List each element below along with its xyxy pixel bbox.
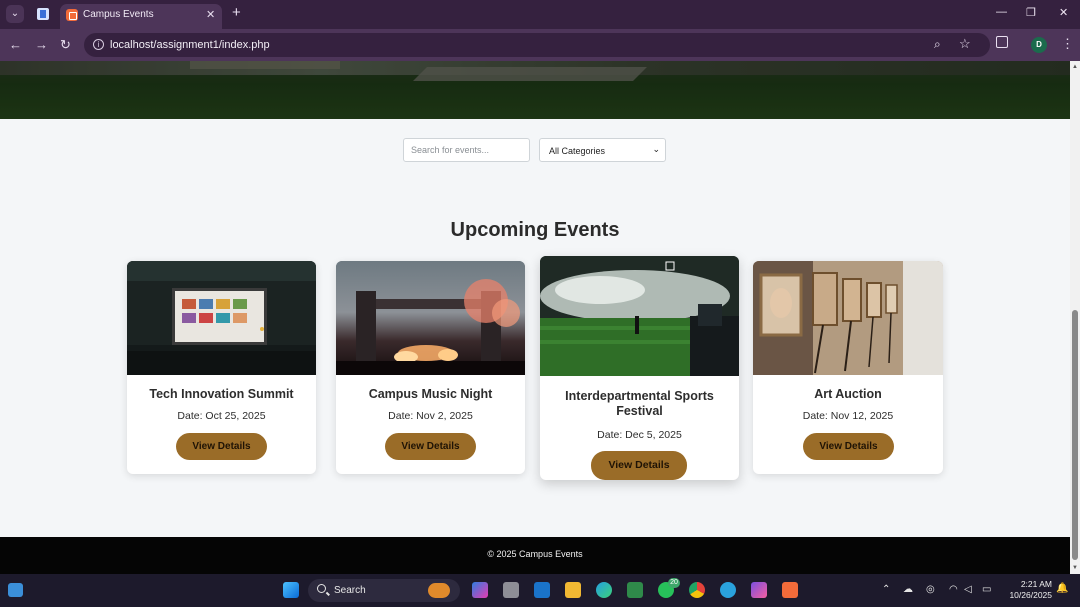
excel-icon[interactable]	[627, 582, 643, 598]
zoom-icon[interactable]: ⌕	[934, 37, 941, 52]
chrome-icon[interactable]	[689, 582, 705, 598]
tab-title: Campus Events	[83, 9, 154, 20]
address-url[interactable]: localhost/assignment1/index.php	[110, 39, 270, 51]
pinned-tab-favicon-icon	[37, 8, 49, 20]
tab-search-chevron-icon[interactable]: ⌄	[6, 5, 24, 23]
search-highlight-icon	[428, 583, 450, 598]
scroll-up-arrow-icon[interactable]: ▲	[1072, 64, 1078, 70]
wifi-icon[interactable]: ◠	[949, 584, 958, 595]
copilot-icon[interactable]	[472, 582, 488, 598]
xampp-favicon-icon	[66, 9, 78, 21]
mail-icon[interactable]	[534, 582, 550, 598]
scrollbar-thumb[interactable]	[1072, 310, 1078, 560]
event-image-art	[753, 261, 943, 375]
task-view-icon[interactable]	[503, 582, 519, 598]
event-card-music: Campus Music Night Date: Nov 2, 2025 Vie…	[336, 261, 525, 474]
close-tab-icon[interactable]: ✕	[206, 8, 215, 21]
event-title: Tech Innovation Summit	[149, 387, 294, 401]
event-title: Art Auction	[814, 387, 882, 401]
security-icon[interactable]: ◎	[926, 584, 935, 595]
event-card-art: Art Auction Date: Nov 12, 2025 View Deta…	[753, 261, 943, 474]
pinned-tab[interactable]	[30, 4, 56, 25]
view-details-button-sports[interactable]: View Details	[591, 451, 687, 480]
view-details-button-music[interactable]: View Details	[385, 433, 476, 460]
event-search-input[interactable]	[403, 138, 530, 162]
windows-start-icon[interactable]	[283, 582, 299, 598]
new-tab-icon[interactable]: +	[232, 4, 241, 21]
extensions-icon[interactable]	[996, 36, 1008, 48]
volume-icon[interactable]: ◁	[964, 584, 972, 595]
widgets-icon[interactable]	[8, 583, 23, 597]
event-title: Interdepartmental Sports Festival	[565, 389, 714, 418]
taskbar-search[interactable]: Search	[308, 579, 460, 602]
browser-menu-icon[interactable]: ⋮	[1061, 36, 1074, 52]
notification-bell-icon[interactable]: 🔔	[1056, 583, 1068, 594]
event-image-sports	[540, 256, 739, 376]
event-date: Date: Oct 25, 2025	[177, 410, 266, 422]
view-details-button-tech[interactable]: View Details	[176, 433, 267, 460]
event-card-sports: Interdepartmental Sports Festival Date: …	[540, 256, 739, 480]
browser-tab-bar: ⌄ Campus Events ✕ + — ❐ ✕	[0, 0, 1080, 29]
view-details-button-art[interactable]: View Details	[803, 433, 894, 460]
footer-copyright: © 2025 Campus Events	[487, 549, 583, 559]
event-title: Campus Music Night	[368, 387, 493, 401]
site-info-icon[interactable]: i	[93, 39, 104, 50]
file-explorer-icon[interactable]	[565, 582, 581, 598]
event-date: Date: Dec 5, 2025	[597, 429, 682, 441]
event-image-tech	[127, 261, 316, 375]
whatsapp-notification-badge: 20	[668, 578, 680, 588]
category-select[interactable]: All Categories ⌄	[539, 138, 666, 162]
scroll-down-arrow-icon[interactable]: ▼	[1072, 565, 1078, 571]
back-arrow-icon[interactable]: ←	[9, 37, 22, 52]
minimize-icon[interactable]: —	[996, 6, 1007, 18]
event-date: Date: Nov 12, 2025	[802, 410, 894, 422]
page-footer: © 2025 Campus Events	[0, 537, 1070, 574]
taskbar-search-label: Search	[334, 585, 366, 596]
category-select-value: All Categories	[549, 146, 606, 156]
hero-banner-image	[0, 61, 1070, 119]
chevron-down-icon: ⌄	[652, 144, 660, 154]
battery-icon[interactable]: ▭	[982, 584, 991, 595]
profile-avatar[interactable]: D	[1031, 37, 1047, 53]
bookmark-star-icon[interactable]: ☆	[959, 36, 971, 52]
event-date: Date: Nov 2, 2025	[388, 410, 473, 422]
tray-overflow-chevron-icon[interactable]: ⌃	[882, 584, 890, 595]
window-close-icon[interactable]: ✕	[1059, 6, 1068, 19]
page-viewport: All Categories ⌄ Upcoming Events	[0, 61, 1070, 574]
browser-toolbar: ← → ↻ i localhost/assignment1/index.php …	[0, 29, 1080, 61]
reload-icon[interactable]: ↻	[60, 37, 71, 53]
restore-icon[interactable]: ❐	[1026, 6, 1036, 19]
edge-icon[interactable]	[596, 582, 612, 598]
forward-arrow-icon[interactable]: →	[35, 37, 48, 52]
search-icon	[317, 584, 326, 593]
copilot-app-icon[interactable]	[751, 582, 767, 598]
event-image-music	[336, 261, 525, 375]
section-title: Upcoming Events	[450, 219, 620, 241]
event-card-tech: Tech Innovation Summit Date: Oct 25, 202…	[127, 261, 316, 474]
xampp-icon[interactable]	[782, 582, 798, 598]
telegram-icon[interactable]	[720, 582, 736, 598]
onedrive-icon[interactable]: ☁	[903, 584, 913, 595]
clock-time: 2:21 AM	[1020, 579, 1052, 589]
tab-campus-events[interactable]: Campus Events ✕	[60, 4, 222, 29]
taskbar-clock[interactable]: 2:21 AM 10/26/2025	[1000, 579, 1052, 601]
clock-date: 10/26/2025	[1009, 590, 1052, 600]
address-bar[interactable]: i localhost/assignment1/index.php ⌕ ☆	[84, 33, 990, 57]
